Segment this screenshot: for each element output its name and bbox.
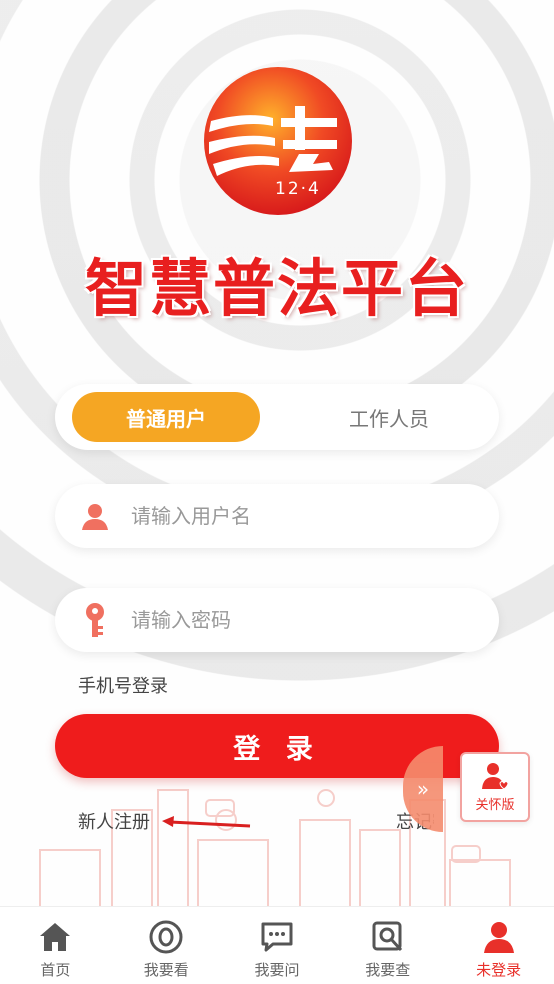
password-input[interactable] [131, 608, 461, 632]
svg-text:12·4: 12·4 [275, 179, 321, 199]
tab-regular-user[interactable]: 普通用户 [72, 392, 260, 442]
tab-staff[interactable]: 工作人员 [295, 392, 483, 442]
nav-view-label: 我要看 [143, 961, 189, 979]
user-icon [483, 922, 514, 953]
user-type-tabs: 普通用户 工作人员 [55, 384, 499, 450]
double-chevron-icon: » [416, 777, 430, 801]
view-icon [149, 920, 183, 954]
key-icon [75, 600, 115, 640]
app-title: 智慧普法平台 [84, 252, 469, 325]
care-person-icon [482, 762, 509, 790]
nav-login[interactable]: 未登录 [443, 907, 554, 984]
chat-icon [261, 922, 293, 952]
nav-home[interactable]: 首页 [0, 907, 111, 984]
care-mode-button[interactable]: 关怀版 [460, 752, 530, 822]
nav-search[interactable]: 我要查 [332, 907, 443, 984]
home-icon [40, 923, 71, 951]
username-field [55, 484, 499, 548]
username-input[interactable] [131, 504, 461, 528]
care-mode-label: 关怀版 [475, 797, 515, 813]
nav-search-label: 我要查 [365, 961, 411, 979]
nav-ask-label: 我要问 [254, 961, 300, 979]
bottom-nav: 首页 我要看 我要问 我要查 未登录 [0, 906, 554, 984]
user-icon [75, 496, 115, 536]
nav-home-label: 首页 [40, 961, 71, 979]
password-field [55, 588, 499, 652]
nav-ask[interactable]: 我要问 [222, 907, 333, 984]
phone-login-link[interactable]: 手机号登录 [78, 672, 168, 698]
search-icon [372, 921, 402, 952]
register-link[interactable]: 新人注册 [78, 808, 150, 834]
app-logo: 12·4 [203, 66, 353, 216]
arrow-annotation [162, 816, 251, 828]
nav-login-label: 未登录 [476, 961, 522, 979]
nav-view[interactable]: 我要看 [111, 907, 222, 984]
